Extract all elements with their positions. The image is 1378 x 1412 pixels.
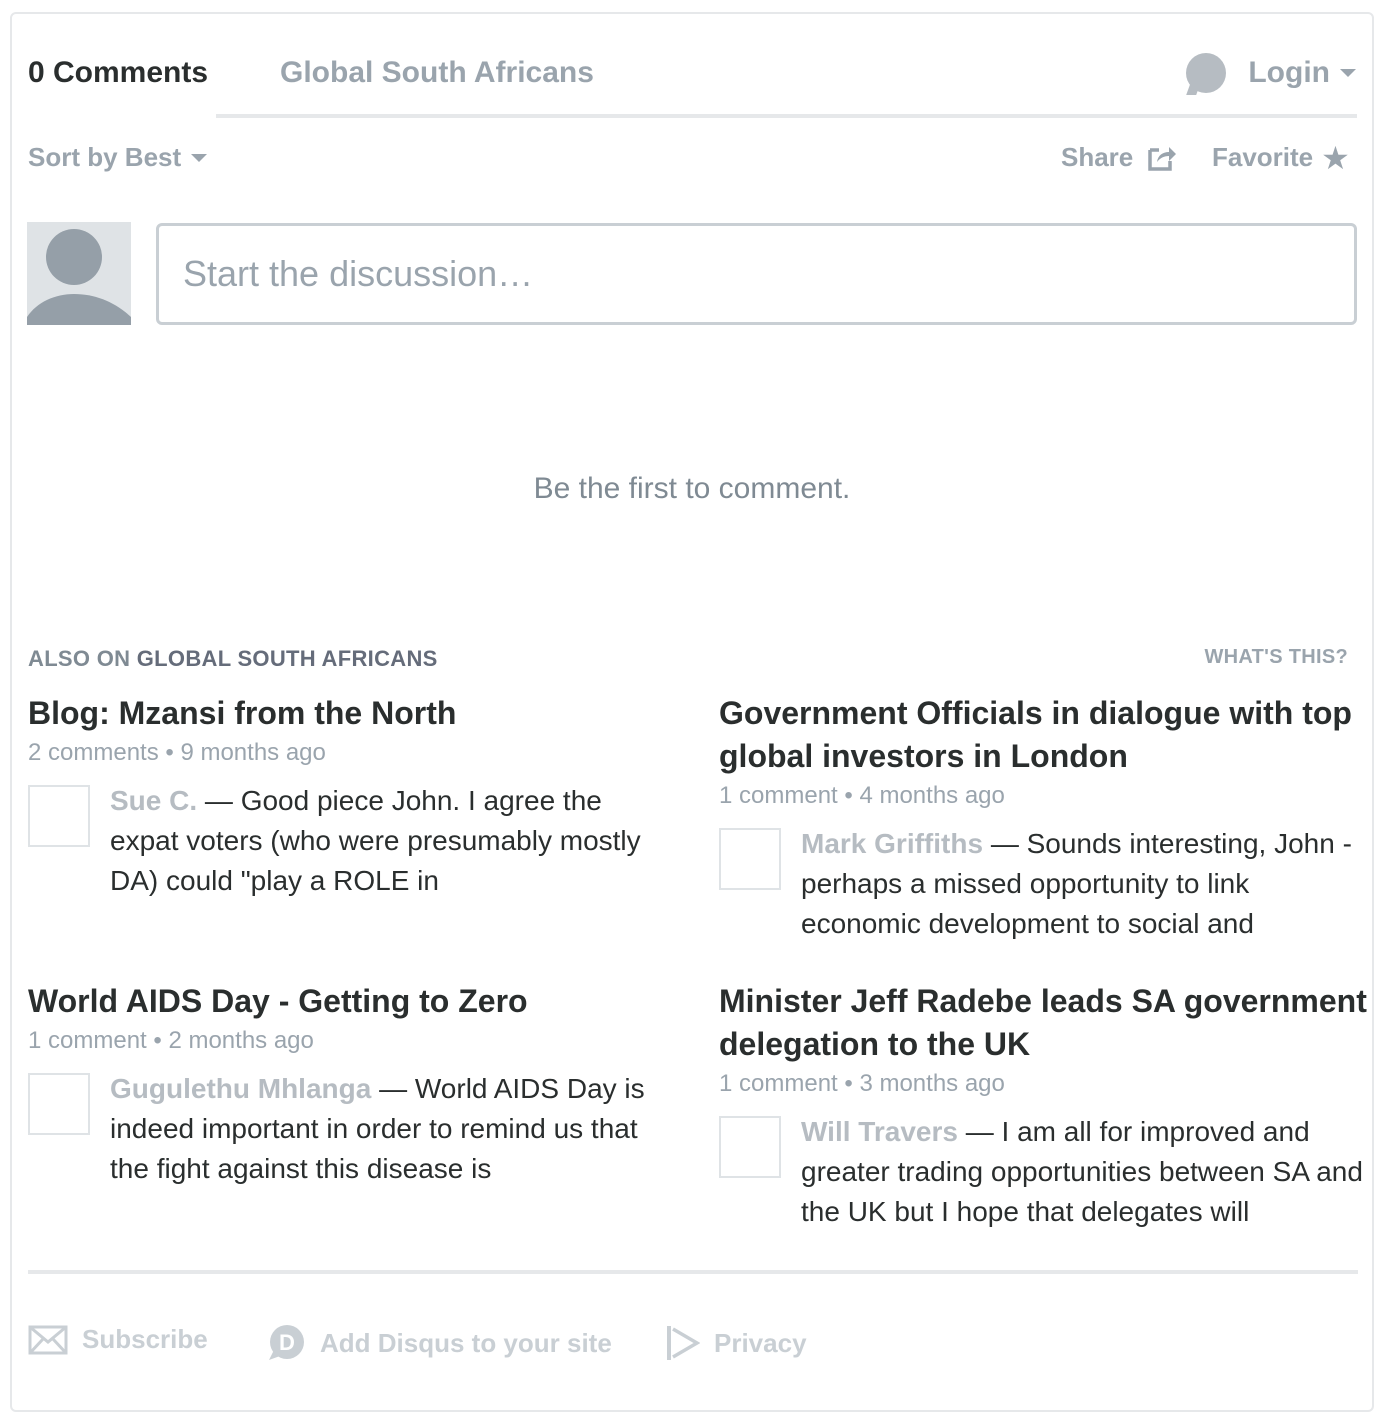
card-meta: 1 comment • 4 months ago xyxy=(719,782,1005,809)
card-title[interactable]: World AIDS Day - Getting to Zero xyxy=(28,980,678,1023)
svg-text:D: D xyxy=(279,1330,295,1355)
card-title[interactable]: Blog: Mzansi from the North xyxy=(28,692,678,735)
whats-this-link[interactable]: WHAT'S THIS? xyxy=(1204,646,1348,669)
privacy-link[interactable]: Privacy xyxy=(666,1324,807,1362)
card-comment[interactable]: Sue C. — Good piece John. I agree the ex… xyxy=(28,781,678,901)
avatar xyxy=(719,828,781,890)
comment-input[interactable] xyxy=(156,223,1357,325)
sort-dropdown[interactable]: Sort by Best xyxy=(28,142,208,173)
composer-avatar xyxy=(27,222,131,325)
card-title[interactable]: Government Officials in dialogue with to… xyxy=(719,692,1369,778)
disqus-icon: D xyxy=(269,1325,304,1360)
also-on-site-link[interactable]: GLOBAL SOUTH AFRICANS xyxy=(137,646,438,671)
comment-author[interactable]: Sue C. xyxy=(110,785,197,816)
subscribe-link[interactable]: Subscribe xyxy=(28,1324,208,1355)
empty-state-message: Be the first to comment. xyxy=(533,472,851,505)
card-comment[interactable]: Gugulethu Mhlanga — World AIDS Day is in… xyxy=(28,1069,678,1189)
footer-divider xyxy=(28,1270,1358,1274)
discussion-card[interactable]: Minister Jeff Radebe leads SA government… xyxy=(719,980,1369,1232)
add-disqus-label: Add Disqus to your site xyxy=(320,1327,612,1358)
default-avatar-icon xyxy=(27,229,131,325)
star-icon: ★ xyxy=(1321,139,1350,176)
card-comment[interactable]: Will Travers — I am all for improved and… xyxy=(719,1112,1369,1232)
login-label: Login xyxy=(1248,56,1330,89)
share-icon xyxy=(1148,146,1177,171)
nav-site-tab[interactable]: Global South Africans xyxy=(280,56,594,90)
favorite-button[interactable]: Favorite ★ xyxy=(1212,139,1350,176)
card-meta: 1 comment • 3 months ago xyxy=(719,1070,1005,1097)
share-button[interactable]: Share xyxy=(1061,142,1177,173)
chevron-down-icon xyxy=(1340,69,1356,77)
also-on-prefix: ALSO ON xyxy=(28,646,131,671)
card-meta: 1 comment • 2 months ago xyxy=(28,1027,314,1054)
privacy-icon xyxy=(667,1326,700,1360)
envelope-icon xyxy=(28,1325,68,1354)
avatar xyxy=(28,1073,90,1135)
avatar xyxy=(28,785,90,847)
card-title[interactable]: Minister Jeff Radebe leads SA government… xyxy=(719,980,1369,1066)
add-disqus-link[interactable]: D Add Disqus to your site xyxy=(266,1324,612,1362)
nav-underline xyxy=(216,114,1357,118)
comment-author[interactable]: Gugulethu Mhlanga xyxy=(110,1073,371,1104)
login-button[interactable]: Login xyxy=(1186,50,1356,96)
user-avatar-icon xyxy=(1186,53,1227,93)
discussion-card[interactable]: Blog: Mzansi from the North 2 comments •… xyxy=(28,692,678,901)
card-meta: 2 comments • 9 months ago xyxy=(28,739,326,766)
nav-comment-count[interactable]: 0 Comments xyxy=(28,56,208,90)
discussion-card[interactable]: World AIDS Day - Getting to Zero 1 comme… xyxy=(28,980,678,1189)
comment-author[interactable]: Mark Griffiths xyxy=(801,828,983,859)
also-on-heading: ALSO ON GLOBAL SOUTH AFRICANS xyxy=(28,646,438,672)
discussion-card[interactable]: Government Officials in dialogue with to… xyxy=(719,692,1369,944)
share-label: Share xyxy=(1061,142,1134,172)
sort-label: Sort by Best xyxy=(28,142,182,172)
avatar xyxy=(719,1116,781,1178)
favorite-label: Favorite xyxy=(1212,142,1314,172)
comment-author[interactable]: Will Travers xyxy=(801,1116,958,1147)
card-comment[interactable]: Mark Griffiths — Sounds interesting, Joh… xyxy=(719,824,1369,944)
chevron-down-icon xyxy=(191,153,208,162)
privacy-label: Privacy xyxy=(714,1327,807,1358)
subscribe-label: Subscribe xyxy=(82,1324,208,1354)
